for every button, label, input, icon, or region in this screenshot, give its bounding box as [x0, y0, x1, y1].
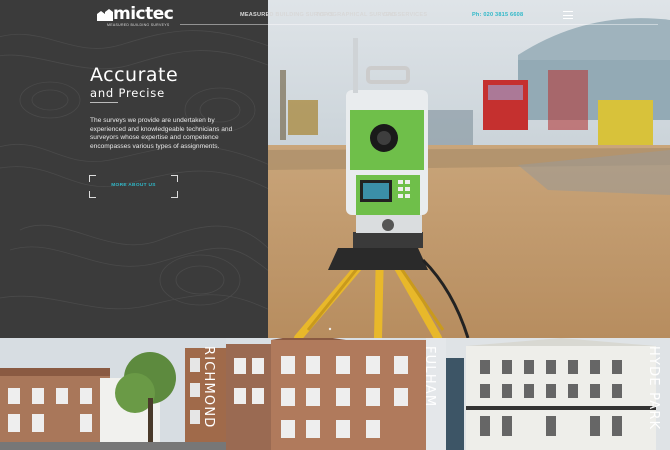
- more-about-us-label: MORE ABOUT US: [111, 183, 156, 188]
- topographic-contour-pattern: [0, 30, 268, 310]
- logo-text: mictec: [113, 4, 174, 24]
- nav-cad-services[interactable]: CAD SERVICES: [383, 12, 427, 18]
- hero-title: Accurate: [90, 64, 179, 86]
- surveying-instrument-photo: [268, 0, 670, 338]
- hero-image: [268, 0, 670, 338]
- location-tile-richmond[interactable]: RICHMOND: [0, 338, 226, 450]
- more-about-us-button[interactable]: MORE ABOUT US: [89, 175, 178, 198]
- header-divider: [180, 24, 658, 25]
- location-label-fulham: FULHAM: [422, 346, 437, 408]
- hamburger-icon[interactable]: [563, 11, 573, 19]
- location-label-hyde-park: HYDE PARK: [646, 346, 661, 431]
- location-tile-hyde-park[interactable]: HYDE PARK: [446, 338, 670, 450]
- logo-subtext: MEASURED BUILDING SURVEYS: [107, 23, 170, 27]
- site-header: mictec MEASURED BUILDING SURVEYS MEASURE…: [0, 0, 670, 30]
- richmond-street-photo: [0, 338, 226, 450]
- mictec-logo[interactable]: mictec MEASURED BUILDING SURVEYS: [97, 4, 174, 27]
- hyde-park-street-photo: [446, 338, 670, 450]
- hero-description: The surveys we provide are undertaken by…: [90, 117, 233, 150]
- fulham-street-photo: [226, 338, 446, 450]
- location-tile-fulham[interactable]: FULHAM: [226, 338, 446, 450]
- slider-dot[interactable]: [328, 327, 338, 331]
- hero-subtitle: and Precise: [90, 86, 165, 100]
- title-underline: [90, 102, 118, 103]
- hero-text-panel: [0, 0, 268, 338]
- location-label-richmond: RICHMOND: [201, 346, 216, 429]
- phone-number[interactable]: Ph: 020 3815 6608: [472, 12, 523, 18]
- building-icon: [97, 9, 113, 21]
